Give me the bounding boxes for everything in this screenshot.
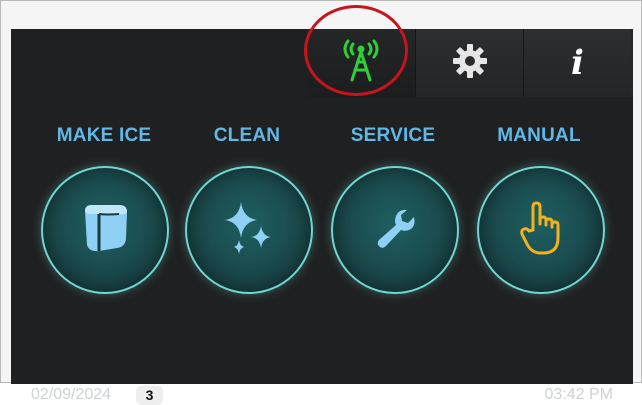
sparkle-icon	[217, 196, 281, 264]
antenna-icon	[341, 38, 381, 88]
gear-icon	[452, 43, 488, 83]
clean-button[interactable]	[185, 166, 313, 294]
service-label: SERVICE	[350, 125, 436, 146]
status-time: 03:42 PM	[544, 386, 613, 403]
info-icon: i	[571, 43, 584, 83]
hand-pointer-icon	[517, 200, 565, 260]
network-button[interactable]	[307, 29, 415, 97]
manual-button[interactable]	[477, 166, 605, 294]
make-ice-label: MAKE ICE	[56, 125, 152, 146]
make-ice-button[interactable]	[41, 166, 169, 294]
clean-label: CLEAN	[213, 125, 281, 146]
settings-button[interactable]	[415, 29, 523, 97]
service-button[interactable]	[331, 166, 459, 294]
status-date: 02/09/2024	[31, 386, 112, 403]
wrench-icon	[371, 204, 419, 256]
manual-label: MANUAL	[497, 125, 581, 146]
info-button[interactable]: i	[523, 29, 631, 97]
device-frame: i MAKE ICE CLEAN SERVICE MANUAL 02/09/20…	[0, 0, 642, 405]
ice-cube-icon	[79, 201, 131, 259]
top-toolbar: i	[307, 29, 633, 97]
notification-badge[interactable]: 3	[136, 386, 163, 405]
control-screen: i MAKE ICE CLEAN SERVICE MANUAL 02/09/20…	[11, 29, 633, 405]
